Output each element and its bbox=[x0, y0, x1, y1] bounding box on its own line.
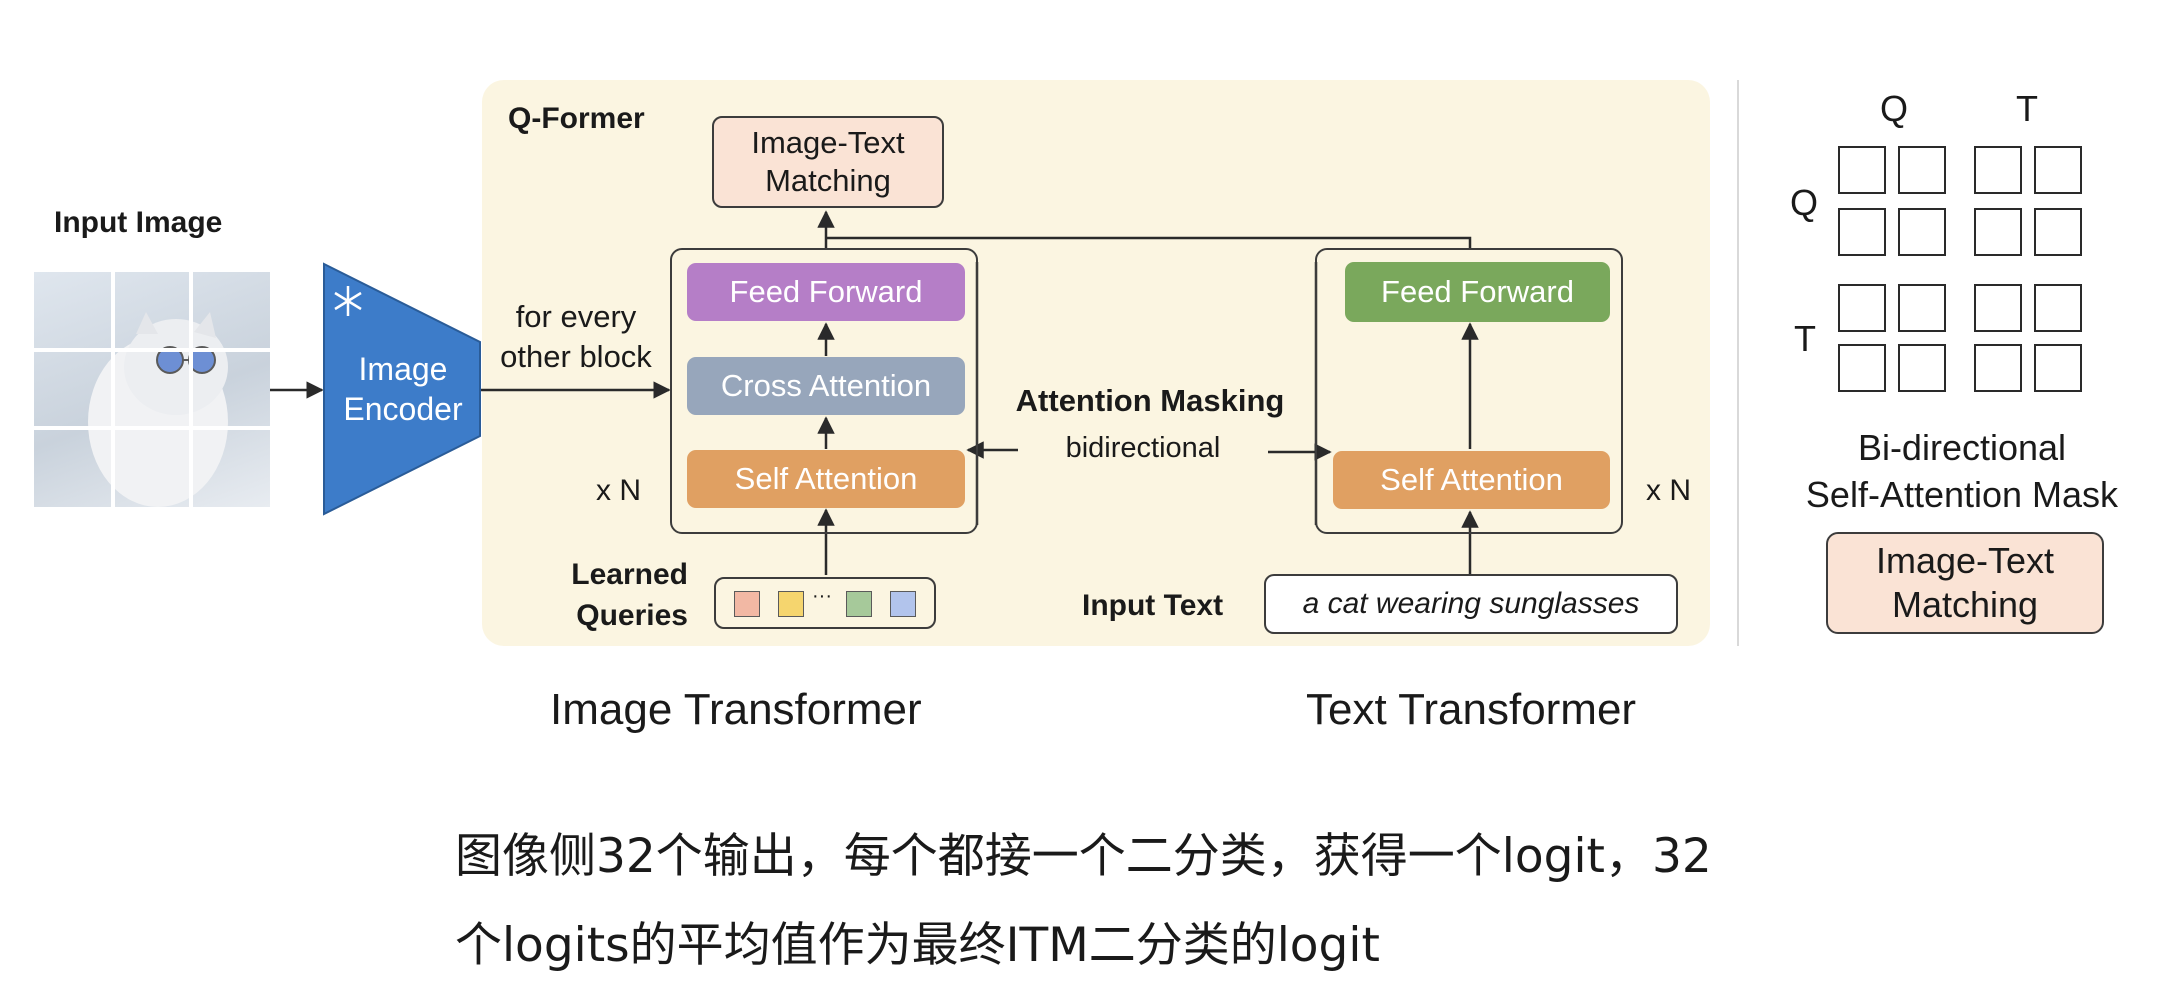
self-attention-left: Self Attention bbox=[687, 450, 965, 508]
xn-left: x N bbox=[596, 474, 641, 507]
input-text-box: a cat wearing sunglasses bbox=[1264, 574, 1678, 634]
xn-right: x N bbox=[1646, 474, 1691, 507]
learned-queries-label: Learned Queries bbox=[571, 558, 688, 632]
cat-image bbox=[34, 272, 270, 507]
image-encoder-label: Image Encoder bbox=[343, 351, 463, 427]
query-token bbox=[734, 591, 760, 617]
mask-t-left: T bbox=[1794, 318, 1816, 359]
query-token bbox=[778, 591, 804, 617]
mask-t-top: T bbox=[2016, 88, 2038, 129]
bidirectional-label: bidirectional bbox=[1065, 431, 1221, 464]
for-every-label: for every other block bbox=[500, 299, 652, 374]
feed-forward-left: Feed Forward bbox=[687, 263, 965, 321]
learned-queries-box: ··· bbox=[714, 577, 936, 629]
attention-mask-grid bbox=[1838, 146, 2088, 396]
qformer-title: Q-Former bbox=[508, 102, 645, 135]
input-image bbox=[34, 272, 270, 507]
itm-top-box: Image-Text Matching bbox=[712, 116, 944, 208]
mask-caption: Bi-directional Self-Attention Mask bbox=[1805, 427, 2119, 515]
attention-masking-label: Attention Masking bbox=[1015, 383, 1285, 418]
subtitle-line-1: 图像侧32个输出，每个都接一个二分类，获得一个logit，32 bbox=[455, 829, 1712, 884]
subtitle-line-2: 个logits的平均值作为最终ITM二分类的logit bbox=[455, 918, 1380, 973]
query-ellipsis: ··· bbox=[812, 585, 832, 607]
mask-q-top: Q bbox=[1880, 88, 1909, 129]
text-transformer-caption: Text Transformer bbox=[1306, 685, 1637, 734]
image-transformer-caption: Image Transformer bbox=[550, 685, 922, 734]
self-attention-right: Self Attention bbox=[1333, 451, 1610, 509]
itm-right-box: Image-Text Matching bbox=[1826, 532, 2104, 634]
input-text-label: Input Text bbox=[1082, 589, 1224, 622]
mask-q-left: Q bbox=[1790, 182, 1819, 223]
cross-attention: Cross Attention bbox=[687, 357, 965, 415]
query-token bbox=[890, 591, 916, 617]
query-token bbox=[846, 591, 872, 617]
feed-forward-right: Feed Forward bbox=[1345, 262, 1610, 322]
input-image-label: Input Image bbox=[54, 206, 223, 239]
